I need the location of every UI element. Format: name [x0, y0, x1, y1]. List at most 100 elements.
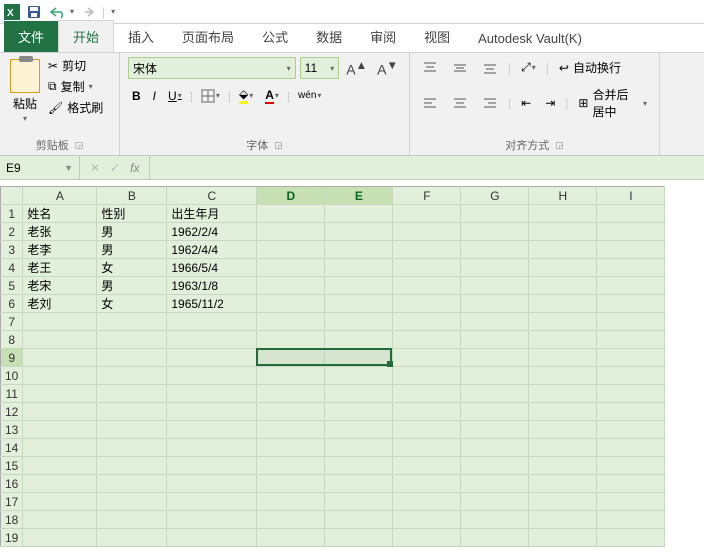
font-launcher-icon[interactable]: ◲	[274, 140, 283, 151]
cell-A2[interactable]: 老张	[23, 223, 97, 241]
tab-vault[interactable]: Autodesk Vault(K)	[464, 25, 596, 52]
spreadsheet-grid[interactable]: ABCDEFGHI1姓名性别出生年月2老张男1962/2/43老李男1962/4…	[0, 186, 704, 547]
row-header-12[interactable]: 12	[1, 403, 23, 421]
cell-G18[interactable]	[461, 511, 529, 529]
tab-home[interactable]: 开始	[58, 20, 114, 52]
row-header-2[interactable]: 2	[1, 223, 23, 241]
orientation-button[interactable]: ⤢▾	[517, 58, 540, 77]
increase-font-icon[interactable]: A▲	[343, 59, 370, 78]
row-header-6[interactable]: 6	[1, 295, 23, 313]
cell-D5[interactable]	[257, 277, 325, 295]
cell-G11[interactable]	[461, 385, 529, 403]
enter-formula-icon[interactable]: ✓	[110, 161, 120, 175]
cell-C14[interactable]	[167, 439, 257, 457]
cell-D16[interactable]	[257, 475, 325, 493]
cell-C4[interactable]: 1966/5/4	[167, 259, 257, 277]
cell-F18[interactable]	[393, 511, 461, 529]
cell-C11[interactable]	[167, 385, 257, 403]
fx-icon[interactable]: fx	[130, 161, 139, 175]
row-header-14[interactable]: 14	[1, 439, 23, 457]
cell-H1[interactable]	[529, 205, 597, 223]
cell-C13[interactable]	[167, 421, 257, 439]
cell-G8[interactable]	[461, 331, 529, 349]
align-launcher-icon[interactable]: ◲	[555, 140, 564, 151]
cell-I11[interactable]	[597, 385, 665, 403]
cell-C7[interactable]	[167, 313, 257, 331]
cell-G16[interactable]	[461, 475, 529, 493]
cell-H11[interactable]	[529, 385, 597, 403]
cell-D12[interactable]	[257, 403, 325, 421]
cell-A1[interactable]: 姓名	[23, 205, 97, 223]
cell-C2[interactable]: 1962/2/4	[167, 223, 257, 241]
cell-C6[interactable]: 1965/11/2	[167, 295, 257, 313]
cell-A19[interactable]	[23, 529, 97, 547]
cell-I6[interactable]	[597, 295, 665, 313]
cell-I18[interactable]	[597, 511, 665, 529]
column-header-D[interactable]: D	[257, 187, 325, 205]
tab-review[interactable]: 审阅	[356, 21, 410, 52]
row-header-18[interactable]: 18	[1, 511, 23, 529]
cell-H7[interactable]	[529, 313, 597, 331]
name-box[interactable]: E9 ▼	[0, 156, 80, 179]
cell-D10[interactable]	[257, 367, 325, 385]
cell-B14[interactable]	[97, 439, 167, 457]
cell-I12[interactable]	[597, 403, 665, 421]
row-header-19[interactable]: 19	[1, 529, 23, 547]
row-header-8[interactable]: 8	[1, 331, 23, 349]
cell-H9[interactable]	[529, 349, 597, 367]
paste-dropdown-icon[interactable]: ▾	[23, 114, 27, 123]
cell-G12[interactable]	[461, 403, 529, 421]
phonetic-button[interactable]: wén▾	[294, 88, 325, 103]
cell-F8[interactable]	[393, 331, 461, 349]
cell-H4[interactable]	[529, 259, 597, 277]
cell-H2[interactable]	[529, 223, 597, 241]
cell-C18[interactable]	[167, 511, 257, 529]
cell-F5[interactable]	[393, 277, 461, 295]
column-header-B[interactable]: B	[97, 187, 167, 205]
cell-G17[interactable]	[461, 493, 529, 511]
row-header-3[interactable]: 3	[1, 241, 23, 259]
qat-customize-icon[interactable]: ▾	[111, 7, 115, 16]
cell-E2[interactable]	[325, 223, 393, 241]
cell-G6[interactable]	[461, 295, 529, 313]
cell-H6[interactable]	[529, 295, 597, 313]
cell-B10[interactable]	[97, 367, 167, 385]
cell-E11[interactable]	[325, 385, 393, 403]
cell-H14[interactable]	[529, 439, 597, 457]
row-header-5[interactable]: 5	[1, 277, 23, 295]
cell-G14[interactable]	[461, 439, 529, 457]
cell-I15[interactable]	[597, 457, 665, 475]
cell-F17[interactable]	[393, 493, 461, 511]
column-header-E[interactable]: E	[325, 187, 393, 205]
tab-formulas[interactable]: 公式	[248, 21, 302, 52]
cell-H19[interactable]	[529, 529, 597, 547]
cell-G2[interactable]	[461, 223, 529, 241]
cell-H8[interactable]	[529, 331, 597, 349]
cell-B2[interactable]: 男	[97, 223, 167, 241]
bold-button[interactable]: B	[128, 87, 145, 105]
decrease-font-icon[interactable]: A▼	[374, 59, 401, 78]
wrap-text-button[interactable]: ↩ 自动换行	[555, 57, 625, 78]
cell-E1[interactable]	[325, 205, 393, 223]
cell-G1[interactable]	[461, 205, 529, 223]
cell-B4[interactable]: 女	[97, 259, 167, 277]
tab-layout[interactable]: 页面布局	[168, 21, 248, 52]
column-header-I[interactable]: I	[597, 187, 665, 205]
cell-A11[interactable]	[23, 385, 97, 403]
cell-E4[interactable]	[325, 259, 393, 277]
cell-C10[interactable]	[167, 367, 257, 385]
cell-C1[interactable]: 出生年月	[167, 205, 257, 223]
cell-H15[interactable]	[529, 457, 597, 475]
cell-H13[interactable]	[529, 421, 597, 439]
cell-D6[interactable]	[257, 295, 325, 313]
cell-A3[interactable]: 老李	[23, 241, 97, 259]
font-size-select[interactable]: 11▾	[300, 57, 340, 79]
cell-E18[interactable]	[325, 511, 393, 529]
cell-D14[interactable]	[257, 439, 325, 457]
tab-insert[interactable]: 插入	[114, 21, 168, 52]
cell-F13[interactable]	[393, 421, 461, 439]
fill-color-button[interactable]: ⬙▾	[235, 85, 257, 106]
cell-D9[interactable]	[257, 349, 325, 367]
cell-I16[interactable]	[597, 475, 665, 493]
cell-D2[interactable]	[257, 223, 325, 241]
